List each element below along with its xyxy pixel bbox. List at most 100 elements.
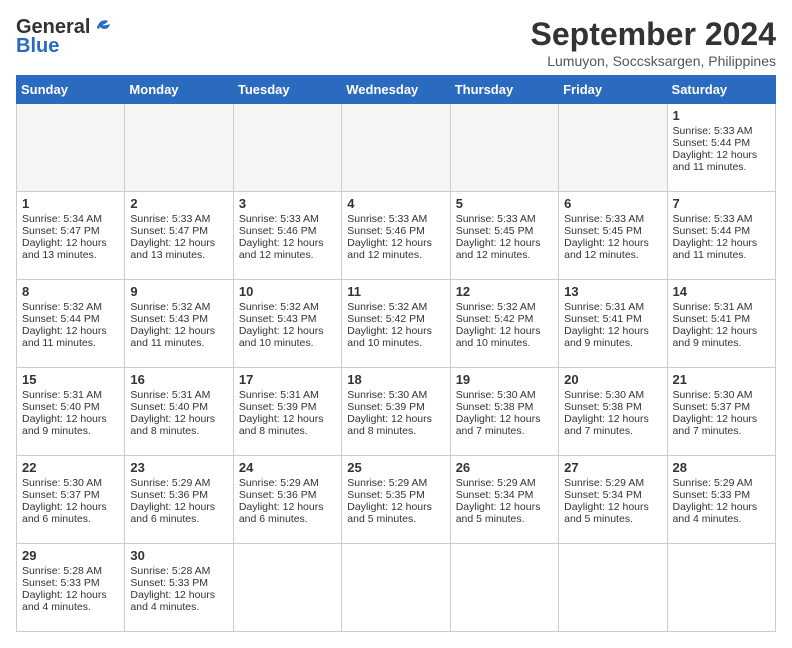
sunrise-text: Sunrise: 5:29 AM — [673, 477, 753, 489]
day-number: 30 — [130, 548, 227, 563]
location: Lumuyon, Soccsksargen, Philippines — [531, 53, 776, 69]
calendar-cell: 2Sunrise: 5:33 AMSunset: 5:47 PMDaylight… — [125, 192, 233, 280]
sunset-text: Sunset: 5:33 PM — [130, 577, 208, 589]
day-number: 1 — [22, 196, 119, 211]
sunrise-text: Sunrise: 5:30 AM — [22, 477, 102, 489]
day-number: 1 — [673, 108, 770, 123]
sunset-text: Sunset: 5:44 PM — [22, 313, 100, 325]
daylight-text: Daylight: 12 hours and 8 minutes. — [239, 413, 324, 437]
day-number: 20 — [564, 372, 661, 387]
header-saturday: Saturday — [667, 76, 775, 104]
month-title: September 2024 — [531, 16, 776, 53]
title-section: September 2024 Lumuyon, Soccsksargen, Ph… — [531, 16, 776, 69]
day-number: 15 — [22, 372, 119, 387]
calendar-week-row: 15 Sunrise: 5:31 AM Sunset: 5:40 PM Dayligh… — [17, 368, 776, 456]
daylight-text: Daylight: 12 hours and 10 minutes. — [347, 325, 432, 349]
sunset-text: Sunset: 5:34 PM — [456, 489, 534, 501]
calendar-cell: 1Sunrise: 5:34 AMSunset: 5:47 PMDaylight… — [17, 192, 125, 280]
day-number: 26 — [456, 460, 553, 475]
calendar-cell: 10Sunrise: 5:32 AMSunset: 5:43 PMDayligh… — [233, 280, 341, 368]
day-number: 3 — [239, 196, 336, 211]
calendar-cell: 27Sunrise: 5:29 AMSunset: 5:34 PMDayligh… — [559, 456, 667, 544]
day-number: 17 — [239, 372, 336, 387]
day-number: 23 — [130, 460, 227, 475]
daylight-text: Daylight: 12 hours and 6 minutes. — [22, 501, 107, 525]
sunrise-text: Sunrise: 5:33 AM — [347, 213, 427, 225]
sunrise-text: Sunrise: 5:32 AM — [456, 301, 536, 313]
header-thursday: Thursday — [450, 76, 558, 104]
day-number: 29 — [22, 548, 119, 563]
sunset-text: Sunset: 5:41 PM — [673, 313, 751, 325]
sunset-text: Sunset: 5:38 PM — [564, 401, 642, 413]
sunrise-text: Sunrise: 5:32 AM — [22, 301, 102, 313]
sunrise-text: Sunrise: 5:31 AM — [239, 389, 319, 401]
calendar-cell — [342, 104, 450, 192]
sunset-text: Sunset: 5:46 PM — [239, 225, 317, 237]
day-number: 27 — [564, 460, 661, 475]
sunset-text: Sunset: 5:46 PM — [347, 225, 425, 237]
calendar-cell — [559, 104, 667, 192]
page-header: General Blue September 2024 Lumuyon, Soc… — [16, 16, 776, 69]
daylight-text: Daylight: 12 hours and 8 minutes. — [347, 413, 432, 437]
sunrise-text: Sunrise: 5:32 AM — [130, 301, 210, 313]
calendar-cell: 16Sunrise: 5:31 AMSunset: 5:40 PMDayligh… — [125, 368, 233, 456]
calendar-cell — [125, 104, 233, 192]
sunset-text: Sunset: 5:42 PM — [347, 313, 425, 325]
calendar-week-row: 22Sunrise: 5:30 AMSunset: 5:37 PMDayligh… — [17, 456, 776, 544]
day-number: 10 — [239, 284, 336, 299]
daylight-text: Daylight: 12 hours and 9 minutes. — [673, 325, 758, 349]
calendar-cell: 24Sunrise: 5:29 AMSunset: 5:36 PMDayligh… — [233, 456, 341, 544]
day-number: 8 — [22, 284, 119, 299]
daylight-text: Daylight: 12 hours and 4 minutes. — [130, 589, 215, 613]
calendar-cell: 4Sunrise: 5:33 AMSunset: 5:46 PMDaylight… — [342, 192, 450, 280]
daylight-text: Daylight: 12 hours and 6 minutes. — [239, 501, 324, 525]
calendar-cell: 25Sunrise: 5:29 AMSunset: 5:35 PMDayligh… — [342, 456, 450, 544]
daylight-text: Daylight: 12 hours and 7 minutes. — [673, 413, 758, 437]
sunset-text: Sunset: 5:44 PM — [673, 225, 751, 237]
sunrise-text: Sunrise: 5:33 AM — [456, 213, 536, 225]
daylight-text: Daylight: 12 hours and 12 minutes. — [564, 237, 649, 261]
sunrise-text: Sunrise: 5:30 AM — [673, 389, 753, 401]
calendar-cell — [559, 544, 667, 632]
daylight-text: Daylight: 12 hours and 9 minutes. — [564, 325, 649, 349]
day-number: 16 — [130, 372, 227, 387]
sunrise-text: Sunrise: 5:33 AM — [673, 213, 753, 225]
calendar-cell: 26Sunrise: 5:29 AMSunset: 5:34 PMDayligh… — [450, 456, 558, 544]
calendar-cell: 8 Sunrise: 5:32 AMSunset: 5:44 PMDaylight… — [17, 280, 125, 368]
daylight-text: Daylight: 12 hours and 11 minutes. — [22, 325, 107, 349]
day-number: 12 — [456, 284, 553, 299]
day-number: 9 — [130, 284, 227, 299]
daylight-text: Daylight: 12 hours and 4 minutes. — [22, 589, 107, 613]
daylight-text: Daylight: 12 hours and 6 minutes. — [130, 501, 215, 525]
calendar-cell: 13Sunrise: 5:31 AMSunset: 5:41 PMDayligh… — [559, 280, 667, 368]
day-number: 25 — [347, 460, 444, 475]
day-number: 22 — [22, 460, 119, 475]
sunset-text: Sunset: 5:47 PM — [130, 225, 208, 237]
sunrise-text: Sunrise: 5:32 AM — [239, 301, 319, 313]
daylight-text: Daylight: 12 hours and 5 minutes. — [347, 501, 432, 525]
sunset-text: Sunset: 5:38 PM — [456, 401, 534, 413]
header-monday: Monday — [125, 76, 233, 104]
sunrise-text: Sunrise: 5:33 AM — [673, 125, 753, 137]
daylight-text: Daylight: 12 hours and 10 minutes. — [239, 325, 324, 349]
day-number: 18 — [347, 372, 444, 387]
calendar-cell: 30Sunrise: 5:28 AMSunset: 5:33 PMDayligh… — [125, 544, 233, 632]
calendar-cell: 23Sunrise: 5:29 AMSunset: 5:36 PMDayligh… — [125, 456, 233, 544]
sunset-text: Sunset: 5:33 PM — [673, 489, 751, 501]
header-friday: Friday — [559, 76, 667, 104]
logo-blue: Blue — [16, 35, 59, 58]
sunrise-text: Sunrise: 5:33 AM — [130, 213, 210, 225]
calendar-cell — [233, 104, 341, 192]
logo-bird-icon — [90, 19, 112, 37]
daylight-text: Daylight: 12 hours and 11 minutes. — [673, 237, 758, 261]
daylight-text: Daylight: 12 hours and 11 minutes. — [130, 325, 215, 349]
sunset-text: Sunset: 5:40 PM — [22, 401, 100, 413]
sunrise-text: Sunrise: 5:31 AM — [564, 301, 644, 313]
daylight-text: Daylight: 12 hours and 13 minutes. — [130, 237, 215, 261]
sunrise-text: Sunrise: 5:29 AM — [130, 477, 210, 489]
calendar-cell: 21Sunrise: 5:30 AMSunset: 5:37 PMDayligh… — [667, 368, 775, 456]
daylight-text: Daylight: 12 hours and 10 minutes. — [456, 325, 541, 349]
daylight-text: Daylight: 12 hours and 7 minutes. — [564, 413, 649, 437]
calendar-cell: 20Sunrise: 5:30 AMSunset: 5:38 PMDayligh… — [559, 368, 667, 456]
day-number: 24 — [239, 460, 336, 475]
